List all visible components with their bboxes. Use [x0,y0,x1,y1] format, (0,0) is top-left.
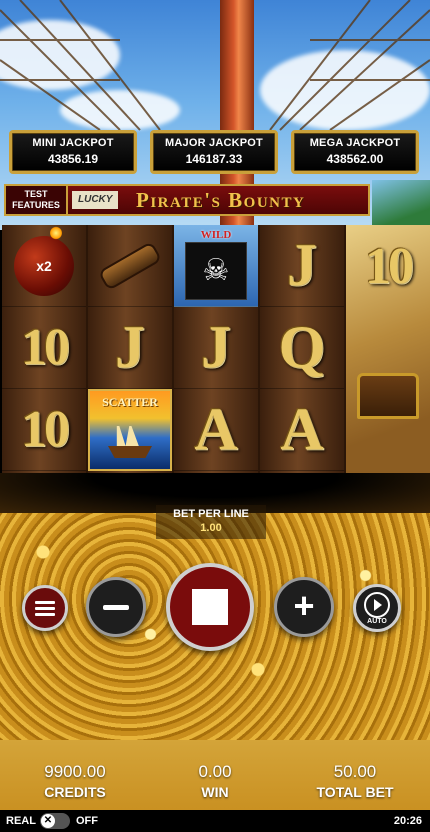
mega-jackpot: MEGA JACKPOT 438562.00 [291,130,419,174]
treasure-chest-icon [357,373,419,419]
reel-4: J Q A [260,225,344,473]
reel-cell: A [260,389,344,471]
reel-cell: Q [260,307,344,389]
fuse-spark [50,225,62,240]
jackpot-value: 146187.33 [185,152,243,166]
spin-stop-button[interactable] [166,563,254,651]
symbol-ten: 10 [365,237,414,295]
reel-cell: J [174,307,258,389]
reel-3: WILD ☠ J A [174,225,258,473]
major-jackpot: MAJOR JACKPOT 146187.33 [150,130,278,174]
reel-grid: x2 10 10 J SCATTER WILD ☠ J A J Q A 10 [2,225,430,473]
reel-cell: J [88,307,172,389]
symbol-j: J [201,314,231,380]
autoplay-icon [364,592,390,618]
game-title: Pirate's Bounty [136,188,306,212]
bet-per-line-value: 1.00 [200,522,222,534]
reel-cell: 10 [2,307,86,389]
symbol-ten: 10 [21,319,70,376]
wild-label: WILD [200,229,232,241]
reel-cell: 10 [2,389,86,471]
mode-label: REAL [6,815,36,827]
mini-jackpot: MINI JACKPOT 43856.19 [9,130,137,174]
symbol-ten: 10 [21,401,70,458]
reel-2: J SCATTER [88,225,172,473]
win-value: 0.00 [198,762,232,781]
lucky-tag: LUCKY [72,191,119,209]
reel-cell: 10 [346,225,430,307]
stats-bar: 9900.00 CREDITS 0.00 WIN 50.00 TOTAL BET [0,740,430,810]
jackpot-value: 43856.19 [47,152,99,166]
menu-button[interactable] [22,585,68,631]
symbol-q: Q [278,314,326,380]
symbol-j: J [115,314,145,380]
total-bet-label: TOTAL BET [316,784,394,800]
game-title-bar: TEST FEATURES LUCKY Pirate's Bounty [4,184,370,216]
jackpot-label: MEGA JACKPOT [309,137,401,149]
win-stat: 0.00 WIN [145,762,285,800]
reel-cell-scatter: SCATTER [88,389,172,471]
toggle-state-label: OFF [76,815,98,827]
close-icon: ✕ [41,814,55,828]
plus-icon: + [293,584,315,626]
reel-cell: A [174,389,258,471]
clock: 20:26 [393,815,422,827]
jackpot-value: 438562.00 [326,152,384,166]
autoplay-label: AUTO [367,618,387,625]
background-sail [372,180,430,230]
credits-label: CREDITS [44,784,106,800]
bottle-icon [97,240,163,291]
credits-value: 9900.00 [44,762,106,781]
autoplay-button[interactable]: AUTO [353,584,401,632]
reel-1: x2 10 10 [2,225,86,473]
test-features-button[interactable]: TEST FEATURES [6,186,68,214]
status-bar: REAL ✕ OFF 20:26 [0,810,430,832]
ship-icon [108,418,152,458]
real-mode-toggle[interactable]: ✕ [40,813,70,829]
stop-icon [192,589,228,625]
bet-per-line: BET PER LINE 1.00 [156,505,266,539]
win-label: WIN [201,784,229,800]
credits-stat: 9900.00 CREDITS [5,762,145,800]
bomb-multiplier: x2 [36,257,52,274]
symbol-j: J [287,232,317,298]
jackpot-label: MAJOR JACKPOT [165,137,263,149]
bet-per-line-label: BET PER LINE [173,508,249,520]
skull-icon: ☠ [202,253,230,287]
reel-cell-wild: WILD ☠ [174,225,258,307]
symbol-a: A [194,396,238,462]
reel-cell [88,225,172,307]
increase-bet-button[interactable]: + [274,577,334,637]
reel-cell: J [260,225,344,307]
decrease-bet-button[interactable] [86,577,146,637]
reel-cell: x2 [2,225,86,307]
bomb-icon: x2 [14,225,74,296]
reel-cell-treasure [346,355,430,437]
jackpot-label: MINI JACKPOT [32,137,114,149]
scatter-label: SCATTER [102,395,158,409]
reel-5: 10 [346,225,430,473]
pirate-flag: ☠ [185,241,247,300]
total-bet-stat: 50.00 TOTAL BET [285,762,425,800]
symbol-a: A [280,396,324,462]
total-bet-value: 50.00 [333,762,377,781]
minus-icon [103,604,129,610]
menu-icon [35,598,55,619]
